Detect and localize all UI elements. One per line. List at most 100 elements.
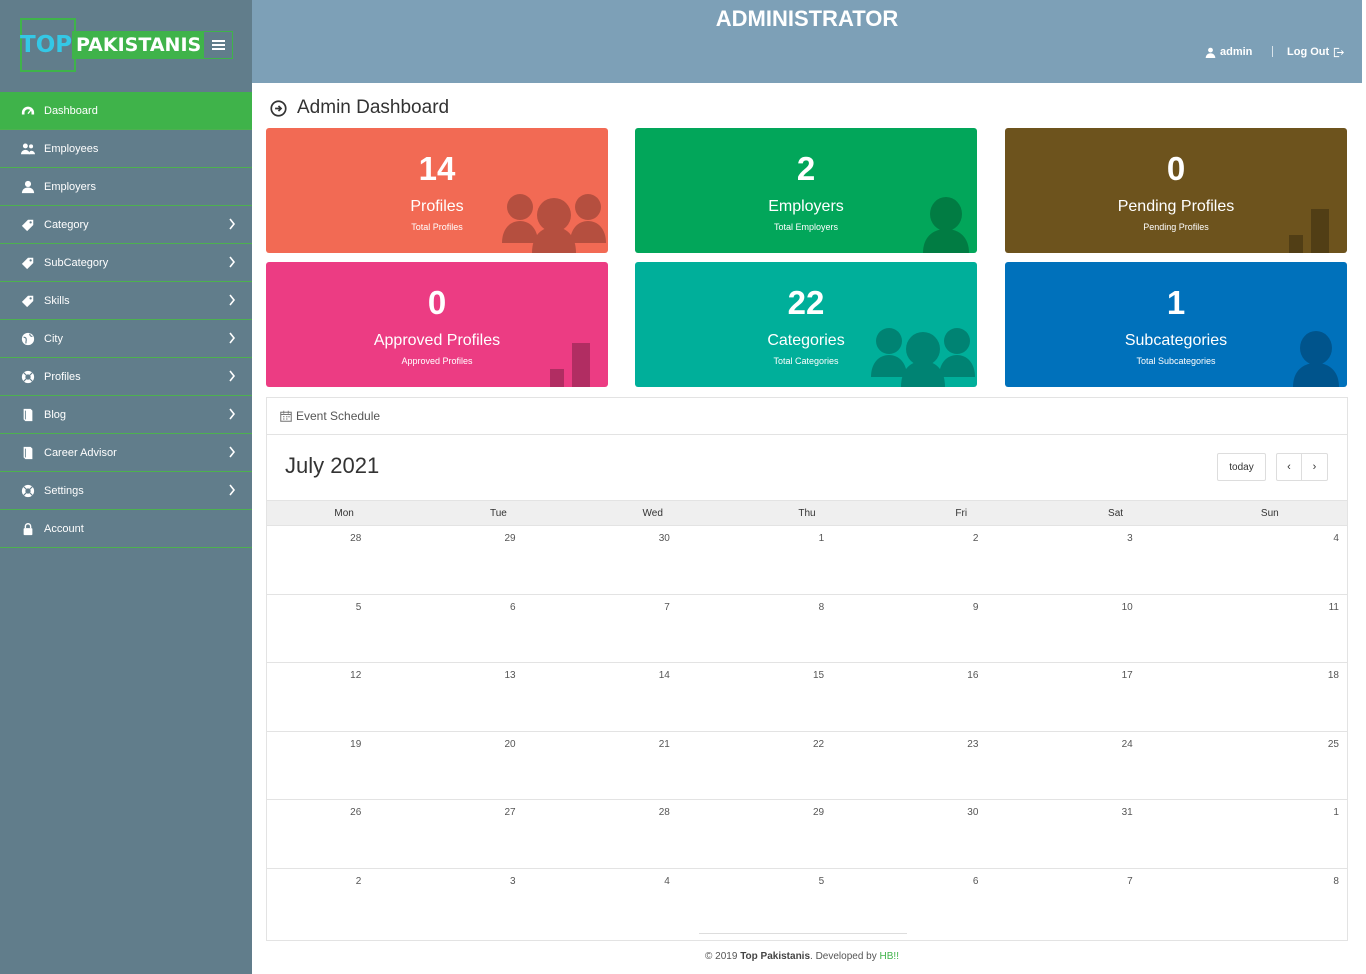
footer-developer-link[interactable]: HB!! [880,951,899,962]
calendar-day-cell[interactable]: 6 [884,869,1038,938]
calendar-day-cell[interactable]: 1 [730,526,884,594]
sidebar-item-subcategory[interactable]: SubCategory [0,244,252,282]
sidebar-item-blog[interactable]: Blog [0,396,252,434]
stat-card-employers[interactable]: 2 Employers Total Employers [635,128,977,253]
day-number: 16 [967,670,979,681]
logo-text-pakistanis: PAKISTANIS [72,31,206,59]
stat-number: 2 [796,150,816,187]
calendar-day-cell[interactable]: 29 [421,526,575,594]
stat-card-profiles[interactable]: 14 Profiles Total Profiles [266,128,608,253]
stat-card-approved-profiles[interactable]: 0 Approved Profiles Approved Profiles [266,262,608,387]
calendar-day-cell[interactable]: 15 [730,663,884,731]
calendar-day-cell[interactable]: 31 [1038,800,1192,868]
calendar-day-cell[interactable]: 30 [576,526,730,594]
sidebar-item-dashboard[interactable]: Dashboard [0,92,252,130]
day-number: 5 [818,875,825,887]
day-number: 3 [1127,533,1133,544]
calendar-day-cell[interactable]: 2 [884,526,1038,594]
sidebar-item-label: Skills [44,294,70,307]
calendar-day-cell[interactable]: 23 [884,732,1038,800]
calendar-day-cell[interactable]: 3 [1038,526,1192,594]
calendar-day-cell[interactable]: 4 [1193,526,1347,594]
calendar-day-cell[interactable]: 16 [884,663,1038,731]
top-header: ADMINISTRATOR admin Log Out [252,0,1366,83]
calendar-day-cell[interactable]: 3 [421,869,575,938]
calendar-day-cell[interactable]: 13 [421,663,575,731]
calendar-day-cell[interactable]: 11 [1193,595,1347,663]
day-number: 20 [504,738,516,750]
calendar-day-cell[interactable]: 25 [1193,732,1347,800]
calendar-day-cell[interactable]: 20 [421,732,575,800]
prev-month-button[interactable]: ‹ [1276,453,1302,481]
calendar-day-cell[interactable]: 14 [576,663,730,731]
menu-toggle-button[interactable] [203,31,233,59]
calendar-day-cell[interactable]: 8 [730,595,884,663]
sidebar-item-employees[interactable]: Employees [0,130,252,168]
stat-card-categories[interactable]: 22 Categories Total Categories [635,262,977,387]
calendar-day-cell[interactable]: 9 [884,595,1038,663]
calendar-day-cell[interactable]: 6 [421,595,575,663]
next-month-button[interactable]: › [1301,453,1328,481]
weekday-fri: Fri [955,507,968,519]
user-icon [1205,47,1216,58]
sidebar-item-label: Employers [44,180,96,193]
sidebar-item-category[interactable]: Category [0,206,252,244]
calendar-week-row: 28 29 30 1 2 3 4 [267,526,1347,595]
calendar-day-cell[interactable]: 10 [1038,595,1192,663]
sidebar-item-career-advisor[interactable]: Career Advisor [0,434,252,472]
calendar-day-cell[interactable]: 2 [267,869,421,938]
logout-link[interactable]: Log Out [1287,46,1345,58]
weekday-thu: Thu [798,507,816,519]
sidebar-item-profiles[interactable]: Profiles [0,358,252,396]
user-menu[interactable]: admin [1205,46,1252,58]
book-icon [20,408,35,422]
calendar-day-cell[interactable]: 21 [576,732,730,800]
sidebar-item-employers[interactable]: Employers [0,168,252,206]
calendar-day-cell[interactable]: 5 [730,869,884,938]
today-button[interactable]: today [1217,453,1266,481]
weekday-sat: Sat [1108,507,1124,519]
calendar-day-cell[interactable]: 30 [884,800,1038,868]
sidebar-item-label: Dashboard [44,104,98,117]
day-number: 28 [658,807,670,818]
day-number: 6 [972,875,979,887]
calendar-day-cell[interactable]: 5 [267,595,421,663]
calendar-day-cell[interactable]: 28 [576,800,730,868]
hamburger-line [211,48,225,50]
calendar-day-cell[interactable]: 27 [421,800,575,868]
sidebar-item-skills[interactable]: Skills [0,282,252,320]
calendar-day-cell[interactable]: 29 [730,800,884,868]
day-number: 1 [818,533,825,544]
calendar-day-cell[interactable]: 4 [576,869,730,938]
calendar-day-cell[interactable]: 8 [1193,869,1347,938]
sidebar-item-settings[interactable]: Settings [0,472,252,510]
calendar-day-cell[interactable]: 7 [1038,869,1192,938]
day-number: 25 [1327,738,1339,750]
logout-icon [1334,47,1345,57]
calendar-day-cell[interactable]: 7 [576,595,730,663]
stat-card-subcategories[interactable]: 1 Subcategories Total Subcategories [1005,262,1347,387]
calendar-grid: 28 29 30 1 2 3 4 5 6 7 8 9 10 11 12 13 14 15 16 17 18 19 20 21 2… [267,526,1347,937]
calendar-day-cell[interactable]: 1 [1193,800,1347,868]
calendar-day-cell[interactable]: 12 [267,663,421,731]
calendar-panel-title: Event Schedule [296,409,381,423]
stat-card-pending-profiles[interactable]: 0 Pending Profiles Pending Profiles [1005,128,1347,253]
calendar-day-cell[interactable]: 22 [730,732,884,800]
group-icon [871,327,975,387]
chevron-right-icon [228,218,236,230]
chevron-right-icon [228,370,236,382]
footer-copyright: © 2019 [705,951,741,962]
book-icon [20,446,35,460]
calendar-day-cell[interactable]: 26 [267,800,421,868]
day-number: 15 [813,670,825,681]
sidebar-item-label: Employees [44,142,99,155]
hamburger-icon [211,40,225,42]
calendar-day-cell[interactable]: 19 [267,732,421,800]
calendar-day-cell[interactable]: 18 [1193,663,1347,731]
logo[interactable]: TOP PAKISTANIS [0,0,252,92]
calendar-day-cell[interactable]: 17 [1038,663,1192,731]
sidebar-item-city[interactable]: City [0,320,252,358]
sidebar-item-account[interactable]: Account [0,510,252,548]
calendar-day-cell[interactable]: 28 [267,526,421,594]
calendar-day-cell[interactable]: 24 [1038,732,1192,800]
